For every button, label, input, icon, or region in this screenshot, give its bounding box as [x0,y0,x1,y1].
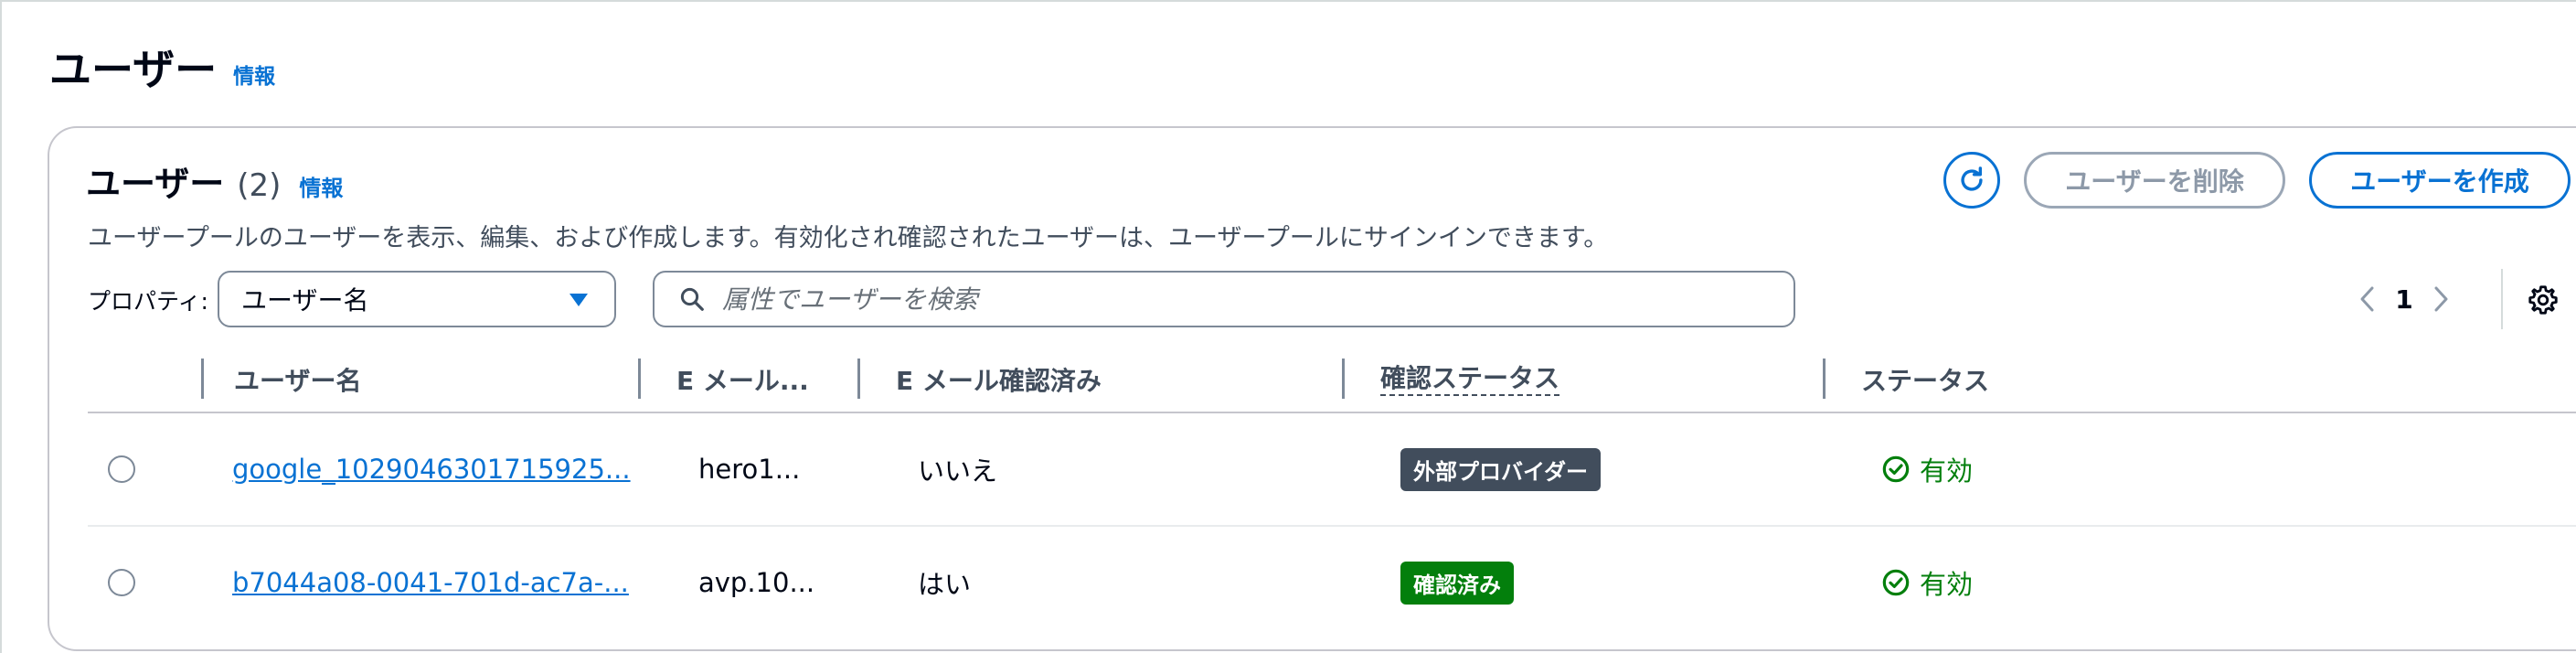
main-frame: ユーザー 情報 ユーザー (2) 情報 ユーザープールのユーザーを表示、編集、お… [0,0,2576,653]
previous-page-button[interactable] [2346,274,2388,324]
column-header-confirmation-status[interactable]: 確認ステータス [1380,348,1560,412]
table-row: google_1029046301715925... hero1... いいえ … [88,413,2576,527]
username-link[interactable]: b7044a08-0041-701d-ac7a-... [232,567,629,598]
status-indicator: 有効 [1881,450,1973,488]
container-description: ユーザープールのユーザーを表示、編集、および作成します。有効化され確認されたユー… [88,224,1609,252]
column-header-email-verified[interactable]: E メール確認済み [896,348,1102,412]
search-icon [680,287,704,311]
confirmation-status-header-label: 確認ステータス [1380,363,1560,396]
check-circle-icon [1882,455,1910,483]
pagination: 1 [2346,274,2463,324]
email-verified-cell: いいえ [918,455,998,487]
column-header-username[interactable]: ユーザー名 [234,348,361,412]
column-header-email[interactable]: E メール... [676,348,809,412]
column-separator[interactable] [201,359,204,399]
confirmation-status-badge: 外部プロバイダー [1400,447,1602,491]
page-header: ユーザー 情報 [49,42,275,97]
status-text: 有効 [1920,569,1974,600]
username-link[interactable]: google_1029046301715925... [232,454,631,485]
property-select-value: ユーザー名 [241,285,369,316]
caret-down-icon [569,294,588,306]
column-header-status[interactable]: ステータス [1861,348,1989,412]
current-page-number[interactable]: 1 [2388,284,2421,315]
container-header: ユーザー (2) 情報 [86,155,343,206]
column-separator[interactable] [638,359,641,399]
page-title: ユーザー [49,45,218,94]
chevron-left-icon [2360,286,2374,312]
column-separator[interactable] [1823,359,1826,399]
table-header: ユーザー名 E メール... E メール確認済み 確認ステータス ステータス [88,348,2576,413]
search-box[interactable] [653,271,1795,327]
row-select-radio[interactable] [108,569,135,596]
container-info-link[interactable]: 情報 [299,170,343,202]
email-cell: hero1... [698,454,801,485]
gear-icon [2528,285,2558,315]
email-verified-cell: はい [918,569,972,600]
status-text: 有効 [1920,455,1974,487]
container-title: ユーザー [86,164,225,204]
refresh-button[interactable] [1943,152,2000,209]
refresh-icon [1961,166,1983,191]
create-user-button[interactable]: ユーザーを作成 [2309,152,2571,209]
page-info-link[interactable]: 情報 [233,59,275,90]
email-cell: avp.10... [698,567,815,598]
confirmation-status-badge: 確認済み [1400,561,1514,605]
chevron-right-icon [2434,286,2448,312]
preferences-button[interactable] [2521,278,2565,322]
user-count: (2) [237,167,282,204]
status-indicator: 有効 [1881,563,1973,602]
column-separator[interactable] [1342,359,1345,399]
table-row: b7044a08-0041-701d-ac7a-... avp.10... はい… [88,527,2576,638]
property-label: プロパティ: [88,288,208,315]
pagination-divider [2501,269,2503,329]
delete-user-button[interactable]: ユーザーを削除 [2024,152,2285,209]
search-input[interactable] [720,283,1730,316]
column-separator[interactable] [857,359,860,399]
row-select-radio[interactable] [108,455,135,483]
check-circle-icon [1882,569,1910,596]
property-select[interactable]: ユーザー名 [218,271,616,327]
users-container: ユーザー (2) 情報 ユーザープールのユーザーを表示、編集、および作成します。… [48,126,2576,651]
next-page-button[interactable] [2421,274,2463,324]
